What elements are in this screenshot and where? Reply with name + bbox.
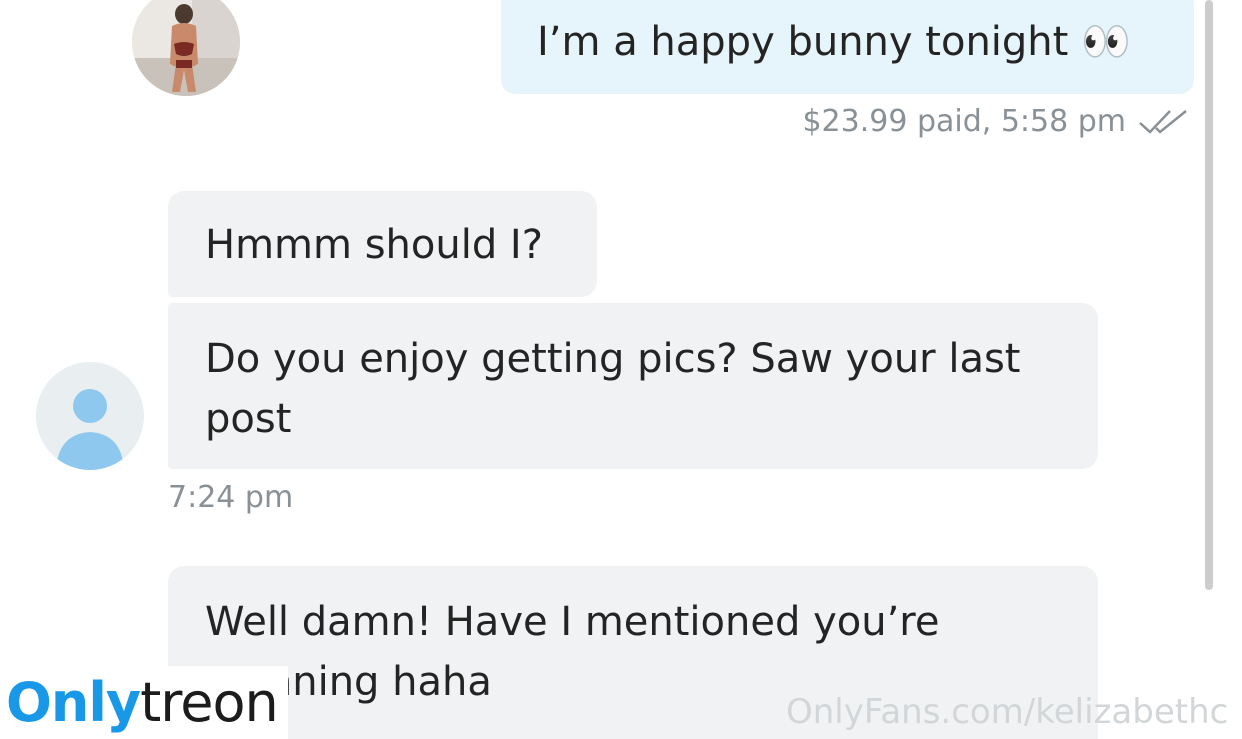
- sender-avatar[interactable]: [132, 0, 240, 96]
- avatar-photo-image: [132, 0, 240, 96]
- paid-status-time: $23.99 paid, 5:58 pm: [802, 104, 1126, 139]
- scrollbar-thumb[interactable]: [1205, 0, 1213, 590]
- outgoing-message-meta: $23.99 paid, 5:58 pm: [802, 104, 1190, 140]
- brand-logo: Only treon: [0, 666, 288, 739]
- incoming-message-bubble[interactable]: Do you enjoy getting pics? Saw your last…: [168, 303, 1098, 469]
- site-watermark: OnlyFans.com/kelizabethc: [786, 692, 1229, 732]
- logo-text-part1: Only: [6, 670, 141, 734]
- user-placeholder-icon: [56, 389, 124, 470]
- outgoing-message-text: I’m a happy bunny tonight 👀: [537, 19, 1131, 65]
- double-check-icon: [1139, 110, 1187, 134]
- incoming-message-text: Do you enjoy getting pics? Saw your last…: [205, 336, 1021, 442]
- chat-window: I’m a happy bunny tonight 👀 $23.99 paid,…: [0, 0, 1242, 739]
- logo-text-part2: treon: [140, 670, 279, 734]
- incoming-message-text: Hmmm should I?: [205, 222, 543, 268]
- incoming-message-time: 7:24 pm: [168, 480, 294, 515]
- outgoing-message-bubble[interactable]: I’m a happy bunny tonight 👀: [501, 0, 1194, 94]
- incoming-message-bubble[interactable]: Hmmm should I?: [168, 191, 597, 297]
- recipient-avatar[interactable]: [36, 362, 144, 470]
